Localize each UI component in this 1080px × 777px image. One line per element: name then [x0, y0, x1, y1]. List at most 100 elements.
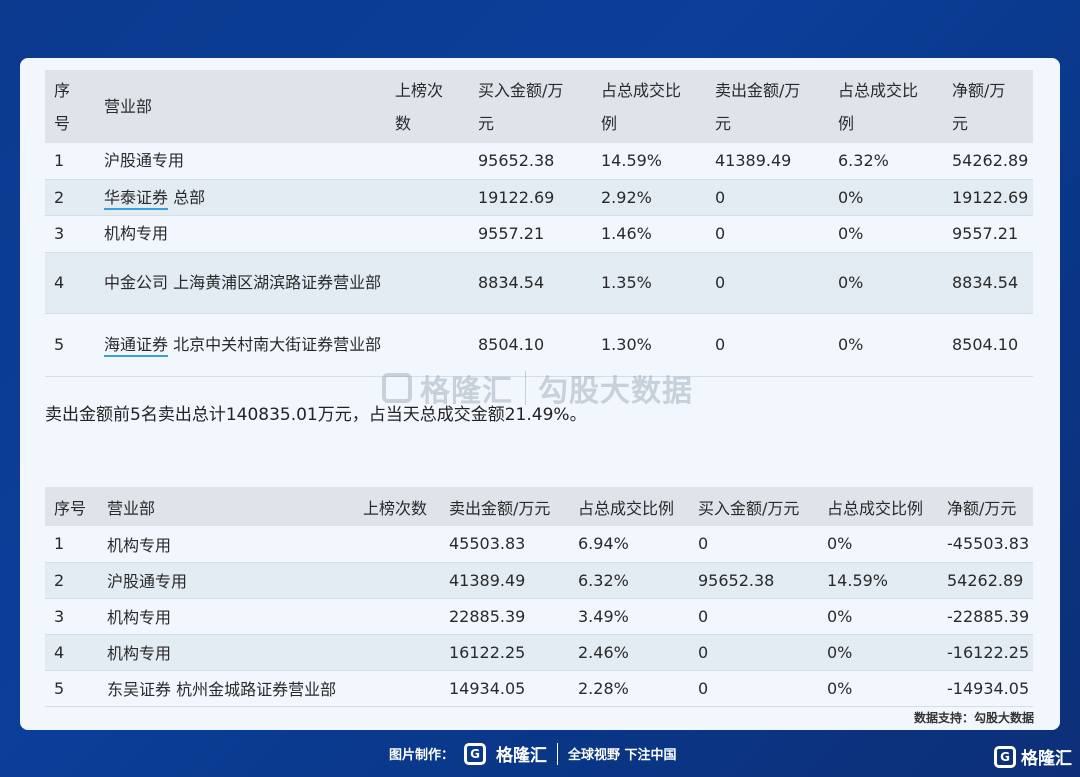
table-row: 1 机构专用 45503.83 6.94% 0 0% -45503.83: [45, 526, 1033, 562]
header-cell-sell: 卖出金额/万元: [449, 498, 551, 518]
cell-buy: 9557.21: [478, 224, 545, 243]
broker-link[interactable]: 华泰证券: [104, 188, 168, 207]
cell-sell-pct: 0%: [838, 224, 864, 243]
table-row: 2 沪股通专用 41389.49 6.32% 95652.38 14.59% 5…: [45, 562, 1033, 598]
header-cell-broker: 营业部: [104, 97, 153, 116]
cell-net: -22885.39: [947, 606, 1030, 626]
header-cell-sell-pct: 占总成交比例: [838, 80, 919, 133]
table-row: 5 东吴证券 杭州金城路证券营业部 14934.05 2.28% 0 0% -1…: [45, 670, 1033, 706]
cell-buy: 0: [698, 534, 709, 554]
cell-buy-pct: 1.35%: [601, 273, 652, 292]
cell-broker: 机构专用: [107, 535, 172, 555]
broker-link[interactable]: 海通证券: [104, 335, 168, 354]
header-cell-broker: 营业部: [107, 498, 156, 518]
cell-no: 5: [54, 335, 65, 354]
cell-no: 1: [54, 151, 65, 171]
cell-no: 1: [54, 534, 65, 554]
cell-sell-pct: 3.49%: [578, 606, 629, 626]
cell-buy: 8834.54: [478, 273, 545, 292]
cell-buy-pct: 14.59%: [601, 151, 663, 171]
cell-broker: 华泰证券 总部: [104, 187, 206, 207]
cell-broker: 机构专用: [107, 608, 172, 627]
table-row: 4 中金公司 上海黄浦区湖滨路证券营业部 8834.54 1.35% 0 0% …: [45, 252, 1033, 313]
cell-sell: 0: [715, 273, 726, 292]
cell-sell: 16122.25: [449, 642, 526, 662]
cell-sell-pct: 6.32%: [578, 570, 629, 590]
made-by-label: 图片制作：: [389, 748, 455, 763]
cell-broker: 沪股通专用: [107, 572, 188, 591]
cell-no: 2: [54, 570, 65, 590]
cell-sell: 22885.39: [449, 606, 526, 626]
cell-sell: 0: [715, 335, 726, 354]
sell-ranking-table: 序号 营业部 上榜次数 卖出金额/万元 占总成交比例 买入金额/万元 占总成交比…: [45, 487, 1033, 707]
corner-brand: 格隆汇: [1021, 749, 1072, 769]
cell-sell-pct: 2.46%: [578, 642, 629, 662]
cell-buy-pct: 2.92%: [601, 187, 652, 207]
header-cell-sell: 卖出金额/万元: [715, 80, 801, 133]
cell-buy: 0: [698, 678, 709, 698]
sell-summary-text: 卖出金额前5名卖出总计140835.01万元，占当天总成交金额21.49%。: [45, 405, 587, 425]
cell-buy: 19122.69: [478, 187, 555, 207]
cell-count: [354, 526, 440, 562]
header-cell-count: 上榜次数: [363, 498, 428, 518]
footer-slogan: 全球视野 下注中国: [568, 748, 677, 763]
cell-sell: 41389.49: [715, 151, 792, 171]
cell-buy: 95652.38: [478, 151, 555, 171]
cell-net: 54262.89: [952, 151, 1029, 171]
cell-broker: 机构专用: [107, 644, 172, 663]
table-header-row: 序号 营业部 上榜次数 卖出金额/万元 占总成交比例 买入金额/万元 占总成交比…: [45, 487, 1033, 526]
cell-broker: 中金公司 上海黄浦区湖滨路证券营业部: [104, 273, 382, 292]
cell-net: -14934.05: [947, 678, 1030, 698]
cell-sell: 0: [715, 224, 726, 243]
header-cell-no: 序号: [54, 80, 71, 133]
corner-logo: G 格隆汇: [994, 744, 1072, 769]
cell-sell-pct: 6.94%: [578, 534, 629, 554]
header-cell-buy-pct: 占总成交比例: [827, 498, 924, 518]
cell-buy-pct: 14.59%: [827, 570, 889, 590]
gelonghui-logo-icon: G: [994, 745, 1016, 768]
cell-sell: 41389.49: [449, 570, 526, 590]
cell-net: -45503.83: [947, 534, 1030, 554]
cell-net: 8504.10: [952, 335, 1019, 354]
cell-count: [386, 215, 469, 252]
cell-net: 8834.54: [952, 273, 1019, 292]
header-cell-count: 上榜次数: [395, 80, 444, 133]
cell-buy-pct: 0%: [827, 534, 853, 554]
buy-ranking-table: 序号 营业部 上榜次数 买入金额/万元 占总成交比例 卖出金额/万元 占总成交比…: [45, 70, 1033, 377]
cell-count: [354, 670, 440, 706]
header-cell-buy: 买入金额/万元: [698, 498, 800, 518]
cell-buy-pct: 1.46%: [601, 224, 652, 243]
cell-sell-pct: 2.28%: [578, 678, 629, 698]
cell-count: [354, 562, 440, 598]
cell-sell: 0: [715, 187, 726, 207]
cell-sell-pct: 0%: [838, 335, 864, 354]
header-cell-buy-pct: 占总成交比例: [601, 80, 682, 133]
content-card: 序号 营业部 上榜次数 买入金额/万元 占总成交比例 卖出金额/万元 占总成交比…: [20, 58, 1060, 730]
header-cell-net: 净额/万元: [952, 80, 1006, 133]
table-row: 2 华泰证券 总部 19122.69 2.92% 0 0% 19122.69: [45, 179, 1033, 215]
cell-no: 5: [54, 678, 65, 698]
cell-no: 2: [54, 187, 65, 207]
cell-no: 3: [54, 224, 65, 243]
cell-broker: 机构专用: [104, 224, 169, 243]
cell-count: [386, 179, 469, 215]
footer-bar: 图片制作： G 格隆汇 全球视野 下注中国: [389, 741, 677, 766]
cell-count: [354, 634, 440, 670]
header-cell-net: 净额/万元: [947, 498, 1017, 518]
cell-buy-pct: 0%: [827, 606, 853, 626]
cell-sell: 45503.83: [449, 534, 526, 554]
cell-buy: 0: [698, 642, 709, 662]
gelonghui-logo-icon: G: [464, 742, 487, 765]
table-row: 3 机构专用 9557.21 1.46% 0 0% 9557.21: [45, 215, 1033, 252]
cell-buy: 0: [698, 606, 709, 626]
table-row: 1 沪股通专用 95652.38 14.59% 41389.49 6.32% 5…: [45, 143, 1033, 179]
cell-net: 9557.21: [952, 224, 1019, 243]
cell-broker: 海通证券 北京中关村南大街证券营业部: [104, 335, 382, 354]
cell-net: 19122.69: [952, 187, 1029, 207]
header-cell-no: 序号: [54, 498, 87, 518]
cell-sell-pct: 0%: [838, 273, 864, 292]
header-cell-sell-pct: 占总成交比例: [578, 498, 675, 518]
table-header-row: 序号 营业部 上榜次数 买入金额/万元 占总成交比例 卖出金额/万元 占总成交比…: [45, 70, 1033, 143]
cell-sell: 14934.05: [449, 678, 526, 698]
table-row: 4 机构专用 16122.25 2.46% 0 0% -16122.25: [45, 634, 1033, 670]
